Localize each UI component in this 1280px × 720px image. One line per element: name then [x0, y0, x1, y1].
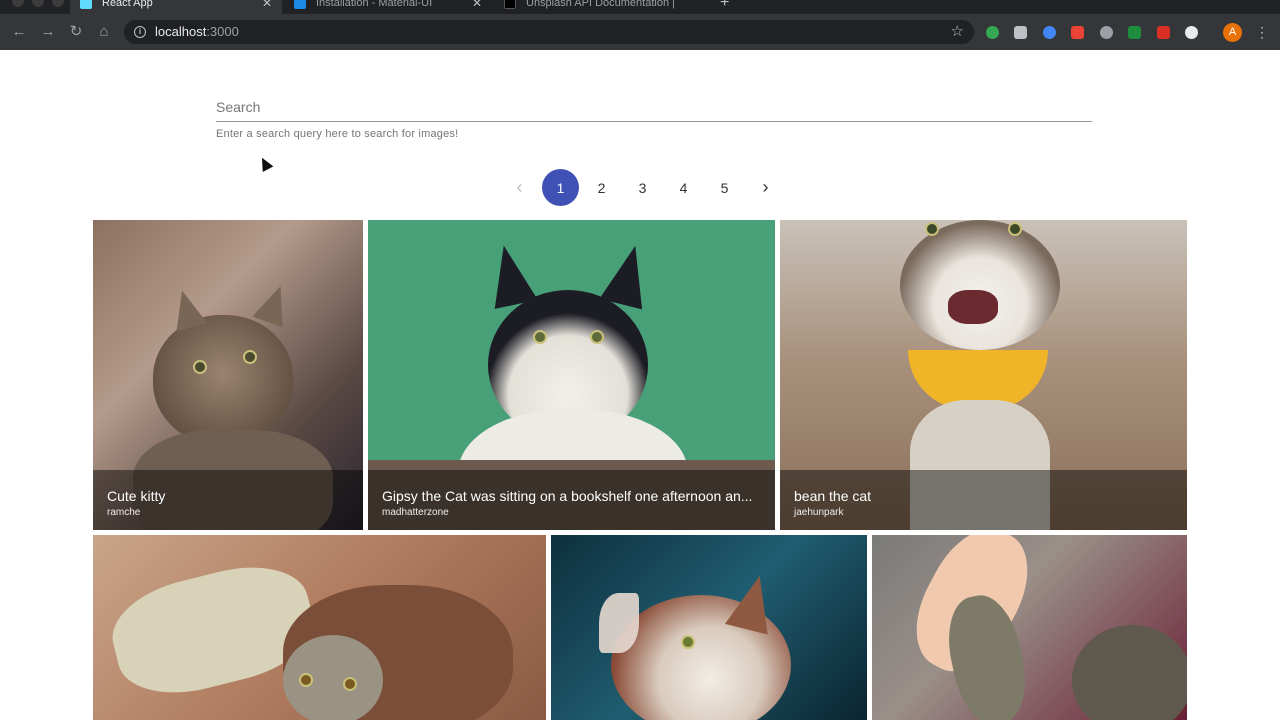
window-zoom-dot[interactable] [52, 0, 64, 7]
tile-caption-bar: Cute kitty ramche [93, 470, 363, 530]
url-host: localhost [155, 24, 207, 39]
reload-icon[interactable]: ↻ [66, 22, 86, 42]
image-tile[interactable]: Cute kitty ramche [93, 220, 363, 530]
tab-title: Unsplash API Documentation | [526, 0, 675, 9]
back-icon[interactable]: ← [9, 22, 29, 42]
extension-icon[interactable] [1128, 26, 1141, 39]
grammarly-extension-icon[interactable] [986, 26, 999, 39]
address-bar[interactable]: i localhost:3000 ☆ [124, 20, 974, 44]
tab-title: React App [102, 0, 153, 9]
image-tile[interactable] [93, 535, 546, 720]
image-title: Gipsy the Cat was sitting on a bookshelf… [382, 488, 753, 504]
page-button-5[interactable]: 5 [706, 169, 743, 206]
pagination: ‹ 1 2 3 4 5 › [499, 169, 786, 206]
cat-eye [533, 330, 547, 344]
profile-avatar[interactable]: A [1223, 23, 1242, 42]
cat-eye [681, 635, 695, 649]
search-input[interactable] [216, 92, 1092, 122]
tab-material-ui[interactable]: Installation - Material-UI ✕ [284, 0, 492, 14]
close-icon[interactable]: ✕ [472, 0, 482, 10]
cat-eye [243, 350, 257, 364]
ublock-extension-icon[interactable] [1157, 26, 1170, 39]
home-icon[interactable]: ⌂ [94, 22, 114, 42]
browser-tab-strip: React App ✕ Installation - Material-UI ✕… [0, 0, 1280, 14]
address-url[interactable]: localhost:3000 [155, 24, 239, 39]
cat-eye [1008, 222, 1022, 236]
cat-eye [590, 330, 604, 344]
image-tile[interactable]: Gipsy the Cat was sitting on a bookshelf… [368, 220, 775, 530]
cat-eye [193, 360, 207, 374]
mouse-cursor [256, 154, 274, 173]
page-button-3[interactable]: 3 [624, 169, 661, 206]
bookmark-star-icon[interactable]: ☆ [951, 22, 964, 40]
image-tile[interactable]: bean the cat jaehunpark [780, 220, 1187, 530]
next-page-button[interactable]: › [747, 169, 784, 206]
page-button-1[interactable]: 1 [542, 169, 579, 206]
tab-unsplash-docs[interactable]: Unsplash API Documentation | [494, 0, 710, 14]
image-title: Cute kitty [107, 488, 166, 504]
page-button-2[interactable]: 2 [583, 169, 620, 206]
image-tile[interactable] [872, 535, 1187, 720]
window-close-dot[interactable] [12, 0, 24, 7]
search-helper-text: Enter a search query here to search for … [216, 128, 459, 140]
tile-caption-bar: Gipsy the Cat was sitting on a bookshelf… [368, 470, 775, 530]
cat-ear [599, 240, 657, 310]
new-tab-icon[interactable]: + [720, 0, 729, 12]
extension-icon[interactable] [1185, 26, 1198, 39]
cat-photo [1072, 625, 1187, 720]
image-author: madhatterzone [382, 507, 449, 518]
cat-ear [166, 286, 208, 332]
unsplash-favicon-icon [504, 0, 516, 9]
tile-caption-bar: bean the cat jaehunpark [780, 470, 1187, 530]
cat-photo [153, 315, 293, 445]
page-button-4[interactable]: 4 [665, 169, 702, 206]
butterfly-icon [599, 593, 639, 653]
browser-menu-icon[interactable]: ⋮ [1255, 24, 1269, 41]
window-minimize-dot[interactable] [32, 0, 44, 7]
extension-icon[interactable] [1043, 26, 1056, 39]
extension-icon[interactable] [1071, 26, 1084, 39]
previous-page-button[interactable]: ‹ [501, 169, 538, 206]
tab-title: Installation - Material-UI [316, 0, 433, 9]
url-port: :3000 [206, 24, 239, 39]
image-author: jaehunpark [794, 507, 844, 518]
cat-ear [482, 241, 538, 309]
image-author: ramche [107, 507, 141, 518]
cat-ear [252, 280, 296, 328]
cat-eye [299, 673, 313, 687]
image-tile[interactable] [551, 535, 867, 720]
react-favicon-icon [80, 0, 92, 9]
material-ui-favicon-icon [294, 0, 306, 9]
image-title: bean the cat [794, 488, 872, 504]
browser-toolbar: ← → ↻ ⌂ i localhost:3000 ☆ A ⋮ [0, 14, 1280, 50]
forward-icon[interactable]: → [38, 22, 58, 42]
extension-icon[interactable] [1014, 26, 1027, 39]
site-info-icon[interactable]: i [134, 26, 146, 38]
cat-photo [900, 220, 1060, 350]
search-field: Enter a search query here to search for … [216, 92, 1092, 140]
cat-open-mouth [948, 290, 998, 324]
tab-react-app[interactable]: React App ✕ [70, 0, 282, 14]
cat-eye [925, 222, 939, 236]
cat-eye [343, 677, 357, 691]
close-icon[interactable]: ✕ [262, 0, 272, 10]
extension-icon[interactable] [1100, 26, 1113, 39]
cat-photo [283, 635, 383, 720]
